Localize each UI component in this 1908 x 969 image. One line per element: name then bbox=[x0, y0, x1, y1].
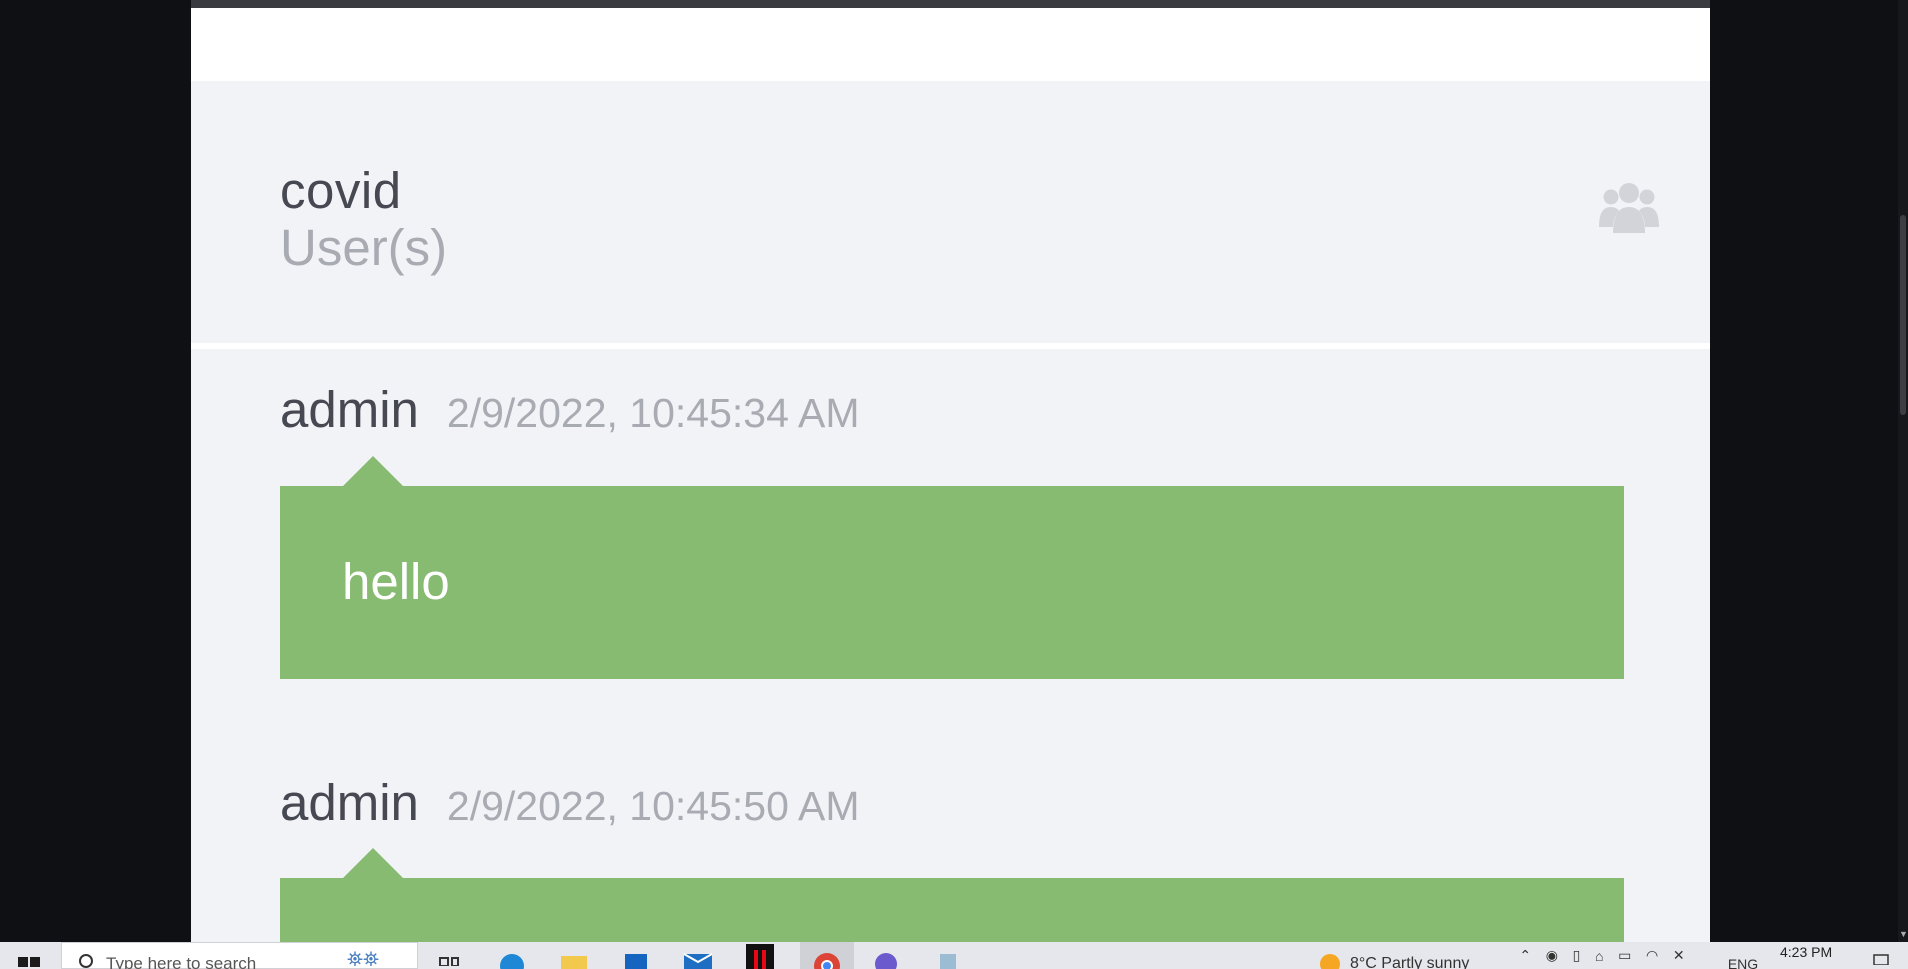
notepad-icon[interactable] bbox=[926, 942, 970, 969]
message-bubble: hello bbox=[280, 456, 1624, 679]
bubble-arrow bbox=[342, 456, 404, 487]
file-explorer-icon[interactable] bbox=[552, 942, 596, 969]
system-tray-icons[interactable]: ⌃ ◉ ▯ ⌂ ▭ ◠ ✕ bbox=[1512, 942, 1692, 969]
room-name: covid bbox=[280, 162, 402, 219]
task-view-icon[interactable] bbox=[428, 942, 472, 969]
app-icon[interactable] bbox=[864, 942, 908, 969]
message-timestamp: 2/9/2022, 10:45:50 AM bbox=[446, 783, 860, 829]
windows-logo-icon bbox=[18, 956, 40, 967]
message-timestamp: 2/9/2022, 10:45:34 AM bbox=[446, 390, 860, 436]
page-scrollbar[interactable]: ▼ bbox=[1898, 0, 1908, 942]
volume-muted-icon: ✕ bbox=[1672, 947, 1685, 963]
network-icon: ⌂ bbox=[1594, 947, 1604, 964]
display-icon: ▭ bbox=[1618, 947, 1632, 963]
room-header: covid User(s) bbox=[191, 81, 1710, 343]
edge-icon[interactable] bbox=[490, 942, 534, 969]
netflix-icon[interactable] bbox=[738, 942, 782, 969]
wifi-icon: ◠ bbox=[1645, 947, 1659, 963]
search-icon bbox=[79, 953, 93, 968]
message-meta: admin 2/9/2022, 10:45:50 AM bbox=[280, 773, 860, 832]
chat-page: covid User(s) admin 2/9/2022, 10:45:34 AM bbox=[191, 0, 1710, 942]
users-group-icon[interactable] bbox=[1599, 179, 1659, 233]
notifications-icon[interactable] bbox=[1868, 942, 1894, 969]
message-author: admin bbox=[280, 381, 419, 438]
taskbar-clock[interactable]: 4:23 PM bbox=[1780, 944, 1832, 960]
top-bar bbox=[191, 8, 1710, 81]
search-placeholder: Type here to search bbox=[106, 953, 257, 969]
message-bubble bbox=[280, 848, 1624, 942]
message-meta: admin 2/9/2022, 10:45:34 AM bbox=[280, 380, 860, 439]
tray-icon: ◉ bbox=[1545, 947, 1558, 963]
start-button[interactable] bbox=[16, 942, 42, 969]
room-subtitle: User(s) bbox=[280, 219, 448, 276]
message-text: hello bbox=[342, 553, 450, 610]
chrome-icon[interactable] bbox=[800, 942, 854, 969]
battery-icon: ▯ bbox=[1572, 947, 1581, 963]
language-indicator[interactable]: ENG bbox=[1718, 942, 1768, 969]
search-highlight-icon: ⛯⛯ bbox=[347, 949, 379, 969]
chevron-up-icon: ⌃ bbox=[1519, 947, 1532, 963]
scroll-down-arrow-icon[interactable]: ▼ bbox=[1899, 929, 1908, 939]
windows-taskbar: Type here to search ⛯⛯ 8°C Partly sunny … bbox=[0, 942, 1908, 969]
header-divider bbox=[191, 343, 1710, 349]
mail-icon[interactable] bbox=[676, 942, 720, 969]
taskbar-search[interactable]: Type here to search ⛯⛯ bbox=[61, 942, 418, 969]
weather-text: 8°C Partly sunny bbox=[1350, 954, 1470, 969]
weather-widget[interactable]: 8°C Partly sunny bbox=[1318, 942, 1518, 969]
browser-viewport: covid User(s) admin 2/9/2022, 10:45:34 AM bbox=[0, 0, 1908, 942]
sun-icon bbox=[1320, 953, 1340, 969]
store-icon[interactable] bbox=[614, 942, 658, 969]
top-border bbox=[191, 0, 1710, 8]
bubble-arrow bbox=[342, 848, 404, 879]
scroll-thumb[interactable] bbox=[1900, 215, 1906, 415]
message-author: admin bbox=[280, 774, 419, 831]
